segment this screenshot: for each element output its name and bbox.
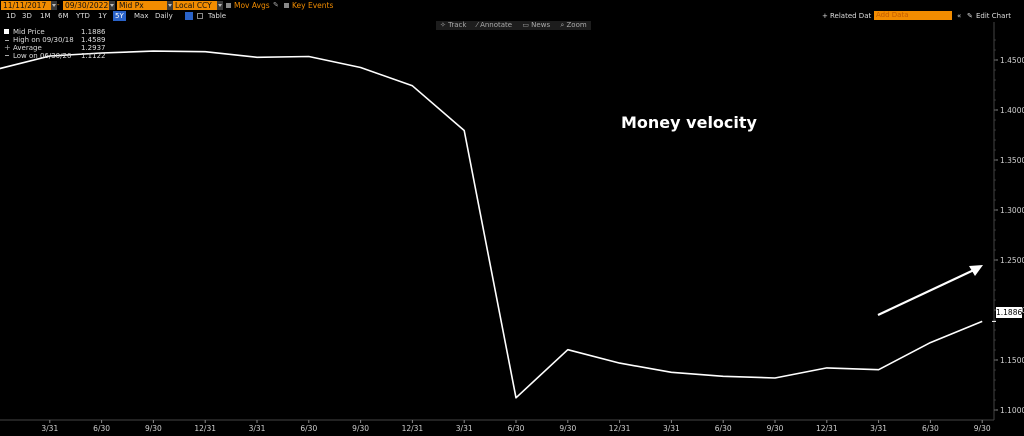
x-tick-label: 3/31	[41, 424, 58, 433]
x-tick-label: 9/30	[974, 424, 991, 433]
x-tick-label: 6/30	[715, 424, 732, 433]
zoom-tool[interactable]: ⌕ Zoom	[556, 21, 590, 30]
legend-value: 1.1122	[81, 52, 106, 60]
x-tick-label: 3/31	[249, 424, 266, 433]
y-tick-label: 1.1500	[1000, 356, 1024, 365]
legend: Mid Price 1.1886 High on 09/30/18 1.4589…	[2, 28, 106, 60]
annotate-label: Annotate	[480, 21, 513, 29]
x-tick-label: 6/30	[508, 424, 525, 433]
y-tick-label: 1.2500	[1000, 256, 1024, 265]
legend-row-low[interactable]: Low on 06/30/20 1.1122	[2, 52, 106, 60]
x-tick-label: 6/30	[300, 424, 317, 433]
annotate-tool[interactable]: ⁄ Annotate	[473, 21, 516, 30]
x-tick-label: 3/31	[663, 424, 680, 433]
chart-toolbar: ✧ Track ⁄ Annotate ▭ News ⌕ Zoom	[436, 21, 591, 30]
x-tick-label: 6/30	[93, 424, 110, 433]
y-tick-label: 1.1000	[1000, 406, 1024, 415]
x-tick-label: 9/30	[559, 424, 576, 433]
legend-row-average[interactable]: + Average 1.2937	[2, 43, 106, 53]
last-value-badge: 1.1886	[996, 307, 1023, 318]
track-label: Track	[448, 21, 467, 29]
track-tool[interactable]: ✧ Track	[436, 21, 470, 30]
chart-title: Money velocity	[621, 113, 757, 132]
chart-area: 1.10001.15001.20001.25001.30001.35001.40…	[0, 22, 1024, 433]
annotation-arrow-shaft	[877, 268, 977, 316]
legend-label: Mid Price	[13, 28, 45, 36]
x-tick-label: 9/30	[767, 424, 784, 433]
legend-label: Average	[13, 44, 42, 52]
news-label: News	[531, 21, 551, 29]
y-tick-label: 1.4500	[1000, 56, 1024, 65]
x-tick-label: 3/31	[870, 424, 887, 433]
x-tick-label: 9/30	[145, 424, 162, 433]
high-marker-icon	[5, 40, 9, 41]
series-color-swatch	[4, 29, 9, 34]
news-tool[interactable]: ▭ News	[518, 21, 554, 30]
y-tick-label: 1.4000	[1000, 106, 1024, 115]
legend-row-high[interactable]: High on 09/30/18 1.4589	[2, 36, 106, 44]
series-line-mid-price	[0, 50, 983, 399]
x-tick-label: 12/31	[816, 424, 838, 433]
x-tick-label: 9/30	[352, 424, 369, 433]
y-tick-label: 1.3000	[1000, 206, 1024, 215]
x-tick-label: 12/31	[194, 424, 216, 433]
zoom-label: Zoom	[566, 21, 587, 29]
low-marker-icon	[5, 55, 9, 56]
legend-value: 1.2937	[81, 44, 106, 52]
y-tick-label: 1.3500	[1000, 156, 1024, 165]
legend-label: Low on 06/30/20	[13, 52, 72, 60]
x-tick-label: 12/31	[402, 424, 424, 433]
x-tick-label: 3/31	[456, 424, 473, 433]
average-marker-icon: +	[4, 43, 11, 52]
x-tick-label: 6/30	[922, 424, 939, 433]
x-tick-label: 12/31	[609, 424, 631, 433]
legend-value: 1.1886	[81, 28, 106, 36]
legend-row-mid[interactable]: Mid Price 1.1886	[2, 28, 106, 36]
legend-value: 1.4589	[81, 36, 106, 44]
legend-label: High on 09/30/18	[13, 36, 74, 44]
